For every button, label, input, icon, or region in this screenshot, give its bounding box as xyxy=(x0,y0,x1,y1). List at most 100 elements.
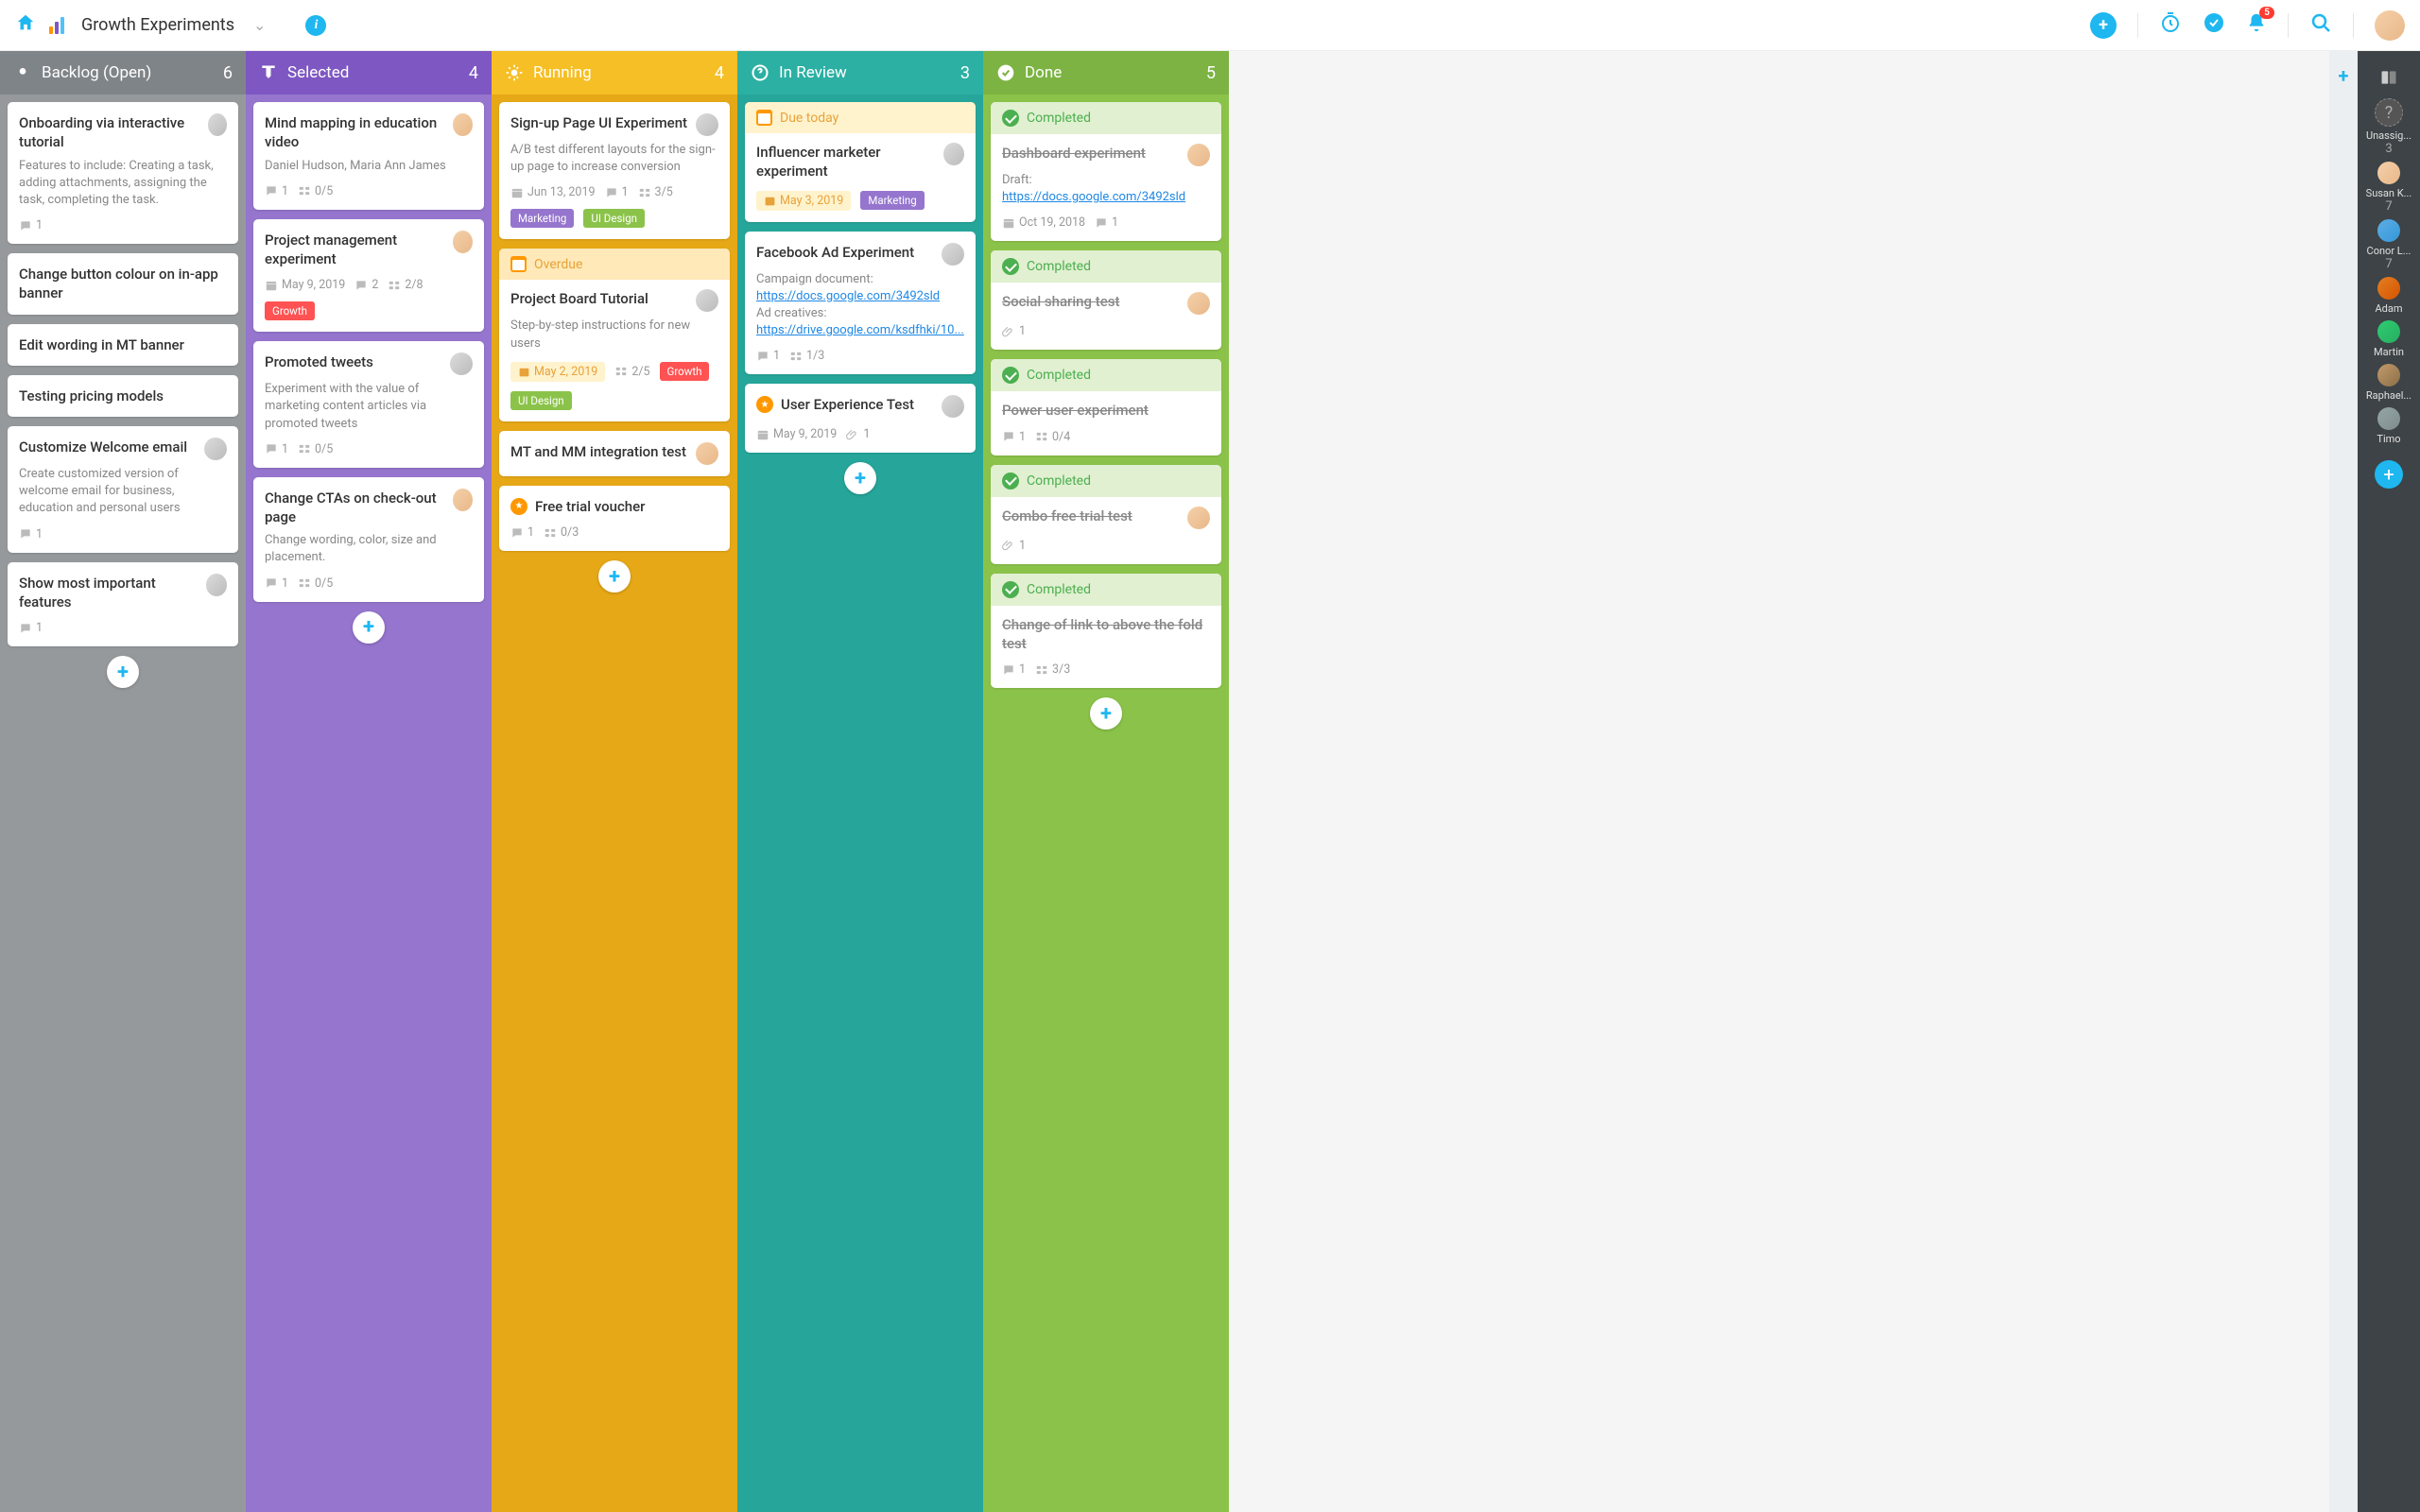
sidebar-member[interactable]: Martin xyxy=(2366,320,2412,358)
member-name: Martin xyxy=(2374,346,2404,358)
column-title: Backlog (Open) xyxy=(42,63,151,82)
assignee-avatar[interactable] xyxy=(942,395,964,418)
member-avatar[interactable] xyxy=(2377,320,2400,343)
task-card[interactable]: Change button colour on in-app banner xyxy=(8,253,238,315)
assignee-avatar[interactable] xyxy=(1187,507,1210,529)
add-button[interactable]: + xyxy=(2090,12,2117,39)
task-card[interactable]: CompletedSocial sharing test1 xyxy=(991,250,1221,350)
sidebar-member[interactable]: Conor L...7 xyxy=(2366,219,2412,271)
task-card[interactable]: Edit wording in MT banner xyxy=(8,324,238,366)
task-card[interactable]: Due todayInfluencer marketer experimentM… xyxy=(745,102,976,222)
card-meta: 1 xyxy=(19,527,227,541)
card-meta: UI Design xyxy=(510,391,718,410)
user-avatar[interactable] xyxy=(2375,10,2405,41)
member-avatar[interactable] xyxy=(2377,219,2400,242)
tag: Marketing xyxy=(860,191,924,210)
chevron-down-icon[interactable]: ⌄ xyxy=(253,16,266,34)
check-circle-icon[interactable] xyxy=(2203,11,2225,40)
comments-meta: 1 xyxy=(19,527,43,541)
sidebar-member[interactable]: Adam xyxy=(2366,277,2412,315)
column-header[interactable]: Backlog (Open)6 xyxy=(0,51,246,94)
assignee-avatar[interactable] xyxy=(696,289,718,312)
column-header[interactable]: Selected4 xyxy=(246,51,492,94)
sidebar-member[interactable]: Raphael... xyxy=(2366,364,2412,402)
assignee-avatar[interactable] xyxy=(696,113,718,136)
task-card[interactable]: Change CTAs on check-out pageChange word… xyxy=(253,477,484,602)
tag: UI Design xyxy=(583,209,645,228)
task-card[interactable]: Onboarding via interactive tutorialFeatu… xyxy=(8,102,238,244)
assignee-avatar[interactable] xyxy=(204,438,227,460)
home-icon[interactable] xyxy=(15,12,36,39)
column-icon xyxy=(13,63,32,82)
members-sidebar: ?Unassig...3 Susan K...7 Conor L...7 Adam Ma… xyxy=(2358,51,2420,1512)
column-header[interactable]: Done5 xyxy=(983,51,1229,94)
member-avatar[interactable] xyxy=(2377,364,2400,387)
sidebar-view-icon[interactable] xyxy=(2358,60,2420,94)
add-card-button[interactable]: + xyxy=(598,560,631,593)
task-card[interactable]: Sign-up Page UI ExperimentA/B test diffe… xyxy=(499,102,730,239)
board-title[interactable]: Growth Experiments xyxy=(81,15,234,35)
assignee-avatar[interactable] xyxy=(453,489,473,511)
card-title: Sign-up Page UI Experiment xyxy=(510,113,687,132)
assignee-avatar[interactable] xyxy=(696,442,718,465)
member-avatar[interactable] xyxy=(2377,277,2400,300)
column-header[interactable]: In Review3 xyxy=(737,51,983,94)
task-card[interactable]: Show most important features1 xyxy=(8,562,238,647)
task-card[interactable]: Testing pricing models xyxy=(8,375,238,417)
task-card[interactable]: CompletedDashboard experimentDraft: http… xyxy=(991,102,1221,241)
card-meta: 11/3 xyxy=(756,349,964,363)
timer-icon[interactable] xyxy=(2159,11,2182,40)
task-card[interactable]: MT and MM integration test xyxy=(499,431,730,476)
info-button[interactable]: i xyxy=(305,15,326,36)
card-description: Daniel Hudson, Maria Ann James xyxy=(265,158,473,175)
task-card[interactable]: CompletedCombo free trial test1 xyxy=(991,465,1221,564)
task-card[interactable]: Promoted tweetsExperiment with the value… xyxy=(253,341,484,468)
topbar-left: Growth Experiments ⌄ i xyxy=(15,12,326,39)
date-meta: Jun 13, 2019 xyxy=(510,185,596,199)
sidebar-member[interactable]: Timo xyxy=(2366,407,2412,445)
add-card-button[interactable]: + xyxy=(353,611,385,644)
add-member-button[interactable]: + xyxy=(2375,460,2403,489)
task-card[interactable]: Customize Welcome emailCreate customized… xyxy=(8,426,238,553)
sidebar-member[interactable]: Susan K...7 xyxy=(2366,162,2412,214)
card-title: Customize Welcome email xyxy=(19,438,187,456)
card-banner: Completed xyxy=(991,250,1221,283)
assignee-avatar[interactable] xyxy=(206,574,227,596)
assignee-avatar[interactable] xyxy=(453,231,473,253)
card-meta: May 3, 2019Marketing xyxy=(756,191,964,211)
assignee-avatar[interactable] xyxy=(453,113,473,136)
task-card[interactable]: Facebook Ad ExperimentCampaign document:… xyxy=(745,232,976,375)
member-avatar[interactable] xyxy=(2377,407,2400,430)
add-card-button[interactable]: + xyxy=(1090,697,1122,730)
task-card[interactable]: ★Free trial voucher10/3 xyxy=(499,486,730,551)
subtasks-meta: 2/5 xyxy=(614,365,649,379)
add-column-button[interactable]: + xyxy=(2329,51,2358,1512)
task-card[interactable]: ★User Experience TestMay 9, 20191 xyxy=(745,384,976,453)
assignee-avatar[interactable] xyxy=(942,243,964,266)
check-icon xyxy=(1002,581,1019,598)
assignee-avatar[interactable] xyxy=(208,113,227,136)
column-header[interactable]: Running4 xyxy=(492,51,737,94)
task-card[interactable]: CompletedPower user experiment10/4 xyxy=(991,359,1221,455)
task-card[interactable]: Project management experimentMay 9, 2019… xyxy=(253,219,484,333)
task-card[interactable]: OverdueProject Board TutorialStep-by-ste… xyxy=(499,249,730,421)
unassigned-icon: ? xyxy=(2375,98,2403,127)
card-meta: 13/3 xyxy=(1002,662,1210,677)
task-card[interactable]: CompletedChange of link to above the fol… xyxy=(991,574,1221,689)
assignee-avatar[interactable] xyxy=(1187,292,1210,315)
search-icon[interactable] xyxy=(2309,11,2332,40)
add-card-button[interactable]: + xyxy=(844,462,876,494)
chart-icon[interactable] xyxy=(49,17,64,34)
assignee-avatar[interactable] xyxy=(450,352,473,375)
notifications-icon[interactable]: 5 xyxy=(2246,12,2267,39)
sidebar-member[interactable]: ?Unassig...3 xyxy=(2366,98,2412,156)
comments-meta: 1 xyxy=(265,184,288,198)
column-body: CompletedDashboard experimentDraft: http… xyxy=(983,94,1229,1512)
assignee-avatar[interactable] xyxy=(943,143,964,165)
add-card-button[interactable]: + xyxy=(107,656,139,688)
member-avatar[interactable] xyxy=(2377,162,2400,184)
task-card[interactable]: Mind mapping in education videoDaniel Hu… xyxy=(253,102,484,210)
column-icon xyxy=(259,63,278,82)
assignee-avatar[interactable] xyxy=(1187,144,1210,166)
column-count: 5 xyxy=(1206,63,1216,83)
